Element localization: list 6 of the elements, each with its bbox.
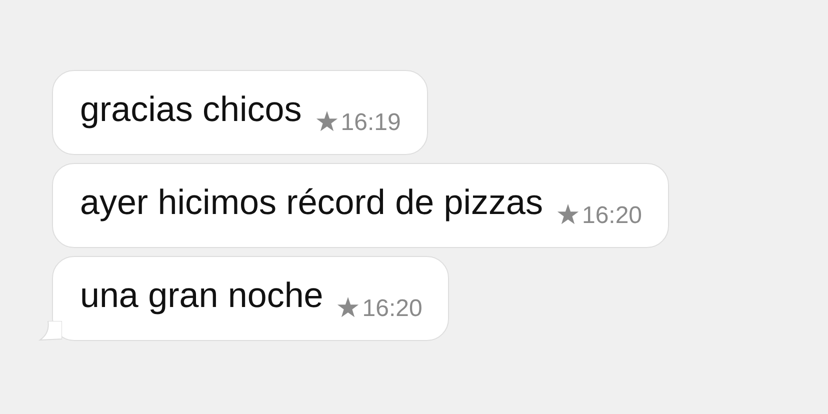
message-text: gracias chicos [80,90,302,130]
message-text: una gran noche [80,276,324,316]
message-time: 16:20 [362,294,422,322]
message-time: 16:20 [582,202,642,230]
message-text: ayer hicimos récord de pizzas [80,182,543,222]
message-time: 16:19 [340,108,401,136]
